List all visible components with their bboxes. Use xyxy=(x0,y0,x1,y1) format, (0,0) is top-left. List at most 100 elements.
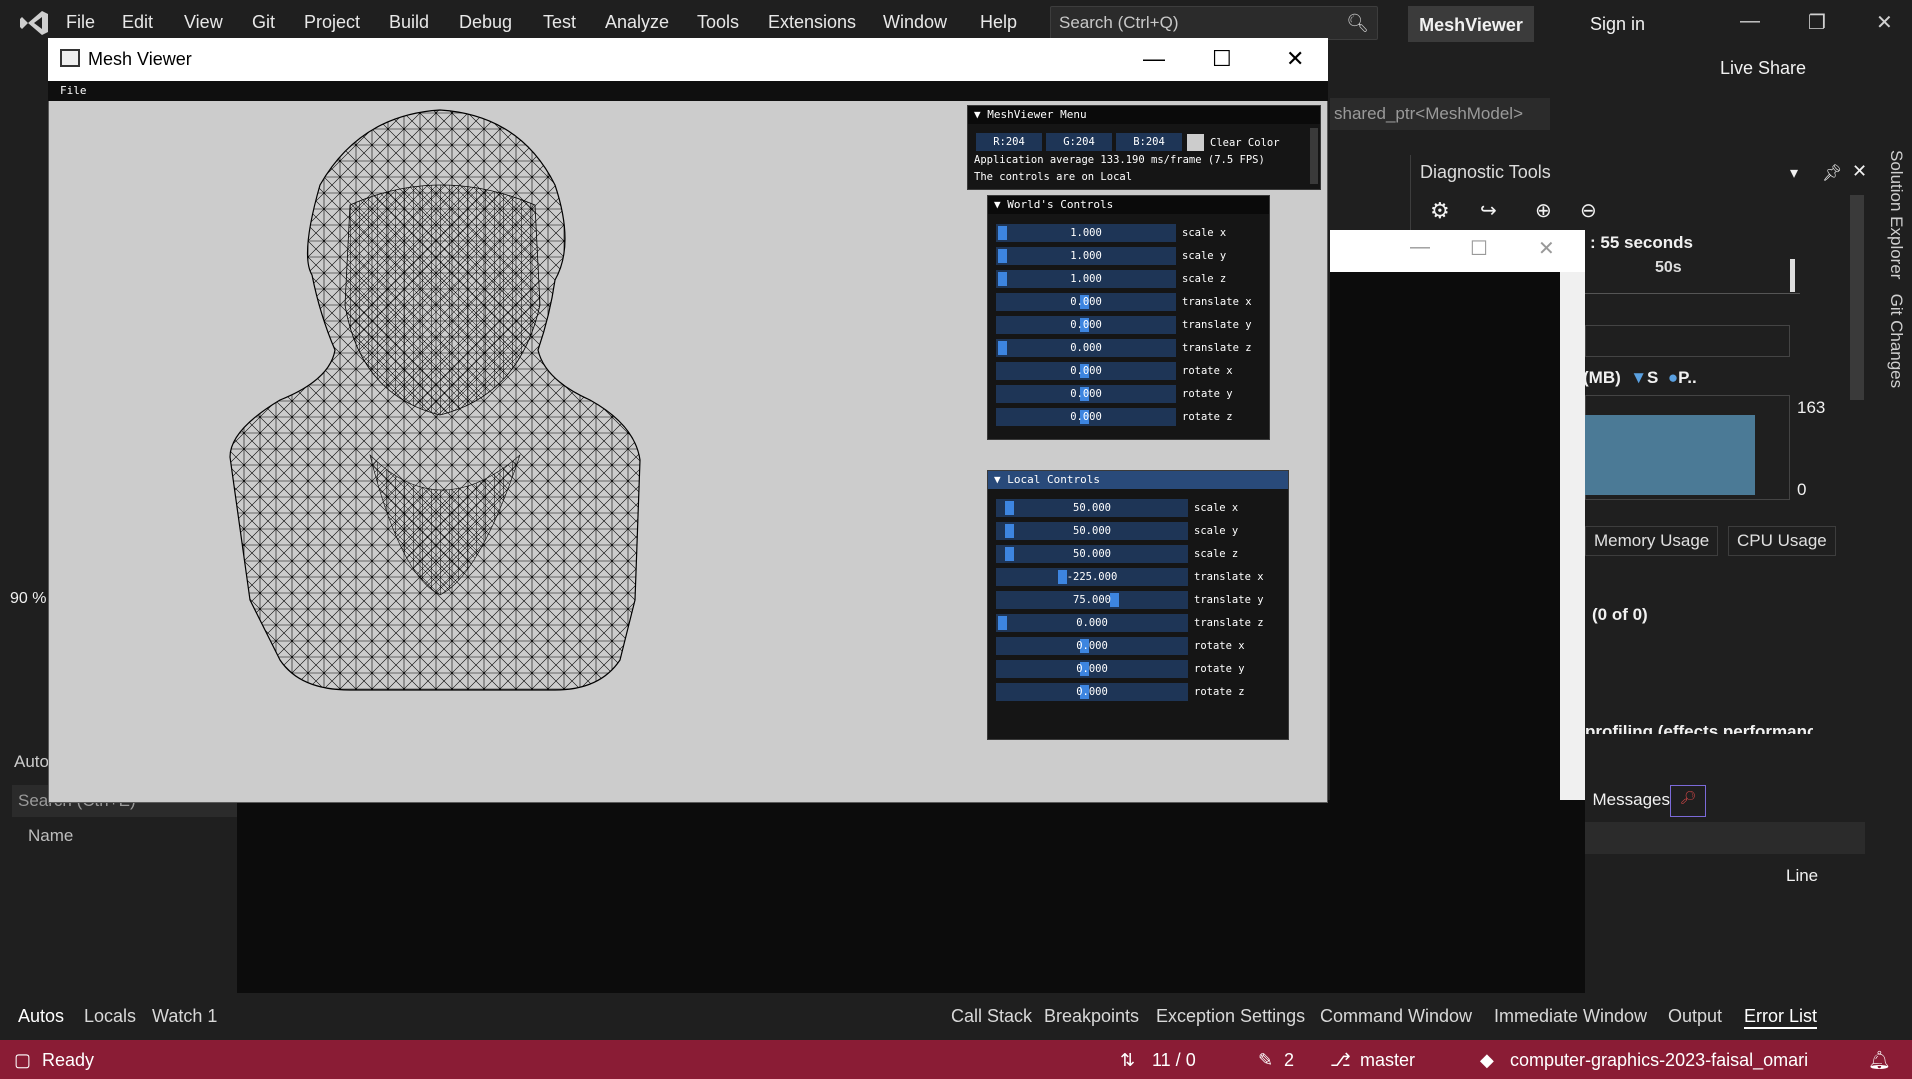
slider-grab-handle[interactable] xyxy=(998,616,1007,630)
tab-locals[interactable]: Locals xyxy=(84,1006,136,1027)
slider-grab-handle[interactable] xyxy=(998,341,1007,355)
filter-icon[interactable]: 🔎︎ xyxy=(1670,785,1706,817)
live-share-button[interactable]: Live Share xyxy=(1720,58,1806,79)
slider-grab-handle[interactable] xyxy=(1005,501,1014,515)
export-icon[interactable]: ↪ xyxy=(1480,198,1497,223)
vs-close-icon[interactable]: ✕ xyxy=(1876,10,1893,35)
repo-name[interactable]: computer-graphics-2023-faisal_omari xyxy=(1510,1050,1808,1071)
clear-color-r[interactable]: R:204 xyxy=(976,133,1042,151)
tab-cpu-usage[interactable]: CPU Usage xyxy=(1728,526,1836,556)
menu-build[interactable]: Build xyxy=(389,12,429,33)
local-controls-titlebar[interactable]: ▼ Local Controls xyxy=(988,471,1288,489)
output-icon[interactable]: ▢ xyxy=(14,1050,31,1071)
world-slider[interactable]: 0.000 xyxy=(996,316,1176,334)
imgui-menu-title[interactable]: ▼ MeshViewer Menu xyxy=(968,106,1320,124)
slider-grab-handle[interactable] xyxy=(1110,593,1119,607)
solution-explorer-tab[interactable]: Solution Explorer xyxy=(1887,150,1906,279)
world-slider[interactable]: 0.000 xyxy=(996,385,1176,403)
name-column-header[interactable]: Name xyxy=(28,826,73,846)
clear-color-g[interactable]: G:204 xyxy=(1046,133,1112,151)
console-close-icon[interactable]: ✕ xyxy=(1538,236,1555,261)
tab-exception-settings[interactable]: Exception Settings xyxy=(1156,1006,1305,1027)
collapse-arrow-icon[interactable]: ▼ xyxy=(994,198,1001,211)
minimize-icon[interactable]: — xyxy=(1143,46,1165,72)
tab-immediate-window[interactable]: Immediate Window xyxy=(1494,1006,1647,1027)
menu-help[interactable]: Help xyxy=(980,12,1017,33)
vs-minimize-icon[interactable]: — xyxy=(1740,10,1760,33)
world-controls-titlebar[interactable]: ▼ World's Controls xyxy=(988,196,1269,214)
commit-count[interactable]: 11 / 0 xyxy=(1152,1050,1196,1071)
menu-file[interactable]: File xyxy=(60,84,87,97)
diagnostic-scrollbar[interactable] xyxy=(1850,195,1864,400)
tab-autos[interactable]: Autos xyxy=(18,1006,64,1027)
vs-search-input[interactable]: Search (Ctrl+Q) 🔍︎ xyxy=(1050,6,1378,40)
collapse-arrow-icon[interactable]: ▼ xyxy=(974,108,981,121)
tab-error-list[interactable]: Error List xyxy=(1744,1006,1818,1029)
panel-close-icon[interactable]: ✕ xyxy=(1852,161,1867,182)
menu-test[interactable]: Test xyxy=(543,12,576,33)
local-slider[interactable]: 50.000 xyxy=(996,522,1188,540)
menu-git[interactable]: Git xyxy=(252,12,275,33)
function-dropdown[interactable]: shared_ptr<MeshModel> xyxy=(1330,98,1550,130)
branch-name[interactable]: master xyxy=(1360,1050,1415,1071)
clear-color-b[interactable]: B:204 xyxy=(1116,133,1182,151)
local-slider[interactable]: 50.000 xyxy=(996,545,1188,563)
console-maximize-icon[interactable]: ☐ xyxy=(1470,236,1488,261)
collapse-arrow-icon[interactable]: ▼ xyxy=(994,473,1001,486)
imgui-menu-window[interactable]: ▼ MeshViewer Menu R:204 G:204 B:204 Clea… xyxy=(967,105,1321,190)
tab-breakpoints[interactable]: Breakpoints xyxy=(1044,1006,1139,1027)
slider-grab-handle[interactable] xyxy=(1058,570,1067,584)
repo-icon[interactable]: ◆ xyxy=(1480,1050,1494,1071)
local-slider[interactable]: 0.000 xyxy=(996,660,1188,678)
local-slider[interactable]: 0.000 xyxy=(996,614,1188,632)
console-minimize-icon[interactable]: — xyxy=(1410,236,1430,259)
local-slider[interactable]: 50.000 xyxy=(996,499,1188,517)
sync-arrows-icon[interactable]: ⇅ xyxy=(1120,1050,1135,1071)
error-search-input[interactable] xyxy=(1585,822,1865,854)
panel-dropdown-icon[interactable]: ▾ xyxy=(1790,163,1798,183)
changes-count[interactable]: 2 xyxy=(1284,1050,1294,1071)
zoom-out-icon[interactable]: ⊖ xyxy=(1580,198,1597,223)
menu-window[interactable]: Window xyxy=(883,12,947,33)
local-slider[interactable]: 0.000 xyxy=(996,683,1188,701)
menu-analyze[interactable]: Analyze xyxy=(605,12,669,33)
local-slider[interactable]: -225.000 xyxy=(996,568,1188,586)
pin-icon[interactable]: 📌︎ xyxy=(1822,163,1842,183)
pencil-icon[interactable]: ✎ xyxy=(1258,1050,1273,1071)
tab-watch-1[interactable]: Watch 1 xyxy=(152,1006,217,1027)
menu-project[interactable]: Project xyxy=(304,12,360,33)
sign-in-link[interactable]: Sign in xyxy=(1590,14,1645,35)
slider-grab-handle[interactable] xyxy=(998,226,1007,240)
menu-edit[interactable]: Edit xyxy=(122,12,153,33)
messages-filter[interactable]: Messages xyxy=(1585,790,1670,810)
slider-grab-handle[interactable] xyxy=(998,249,1007,263)
timeline-ruler[interactable] xyxy=(1585,258,1800,294)
menu-view[interactable]: View xyxy=(184,12,223,33)
tab-memory-usage[interactable]: Memory Usage xyxy=(1585,526,1719,556)
close-icon[interactable]: ✕ xyxy=(1286,46,1304,72)
git-changes-tab[interactable]: Git Changes xyxy=(1887,294,1906,389)
tab-command-window[interactable]: Command Window xyxy=(1320,1006,1472,1027)
timeline-marker[interactable] xyxy=(1790,259,1795,292)
maximize-icon[interactable]: ☐ xyxy=(1212,46,1232,72)
vs-restore-icon[interactable]: ❐ xyxy=(1808,10,1826,35)
local-slider[interactable]: 0.000 xyxy=(996,637,1188,655)
menu-file[interactable]: File xyxy=(66,12,95,33)
slider-grab-handle[interactable] xyxy=(1005,547,1014,561)
line-column-header[interactable]: Line xyxy=(1786,866,1818,886)
menu-extensions[interactable]: Extensions xyxy=(768,12,856,33)
wireframe-bust-mesh[interactable] xyxy=(220,105,700,700)
world-slider[interactable]: 1.000 xyxy=(996,247,1176,265)
clear-color-swatch[interactable] xyxy=(1187,134,1204,151)
settings-gear-icon[interactable]: ⚙ xyxy=(1430,198,1450,224)
local-controls-window[interactable]: ▼ Local Controls 50.000 scale x 50.000 scal… xyxy=(987,470,1289,740)
menu-scrollbar[interactable] xyxy=(1310,128,1318,184)
tab-output[interactable]: Output xyxy=(1668,1006,1722,1027)
menu-tools[interactable]: Tools xyxy=(697,12,739,33)
notification-bell-icon[interactable]: 🔔︎ xyxy=(1868,1050,1891,1071)
slider-grab-handle[interactable] xyxy=(998,272,1007,286)
zoom-in-icon[interactable]: ⊕ xyxy=(1535,198,1552,223)
world-slider[interactable]: 0.000 xyxy=(996,339,1176,357)
world-slider[interactable]: 0.000 xyxy=(996,293,1176,311)
visual-studio-logo-icon[interactable] xyxy=(18,7,50,39)
